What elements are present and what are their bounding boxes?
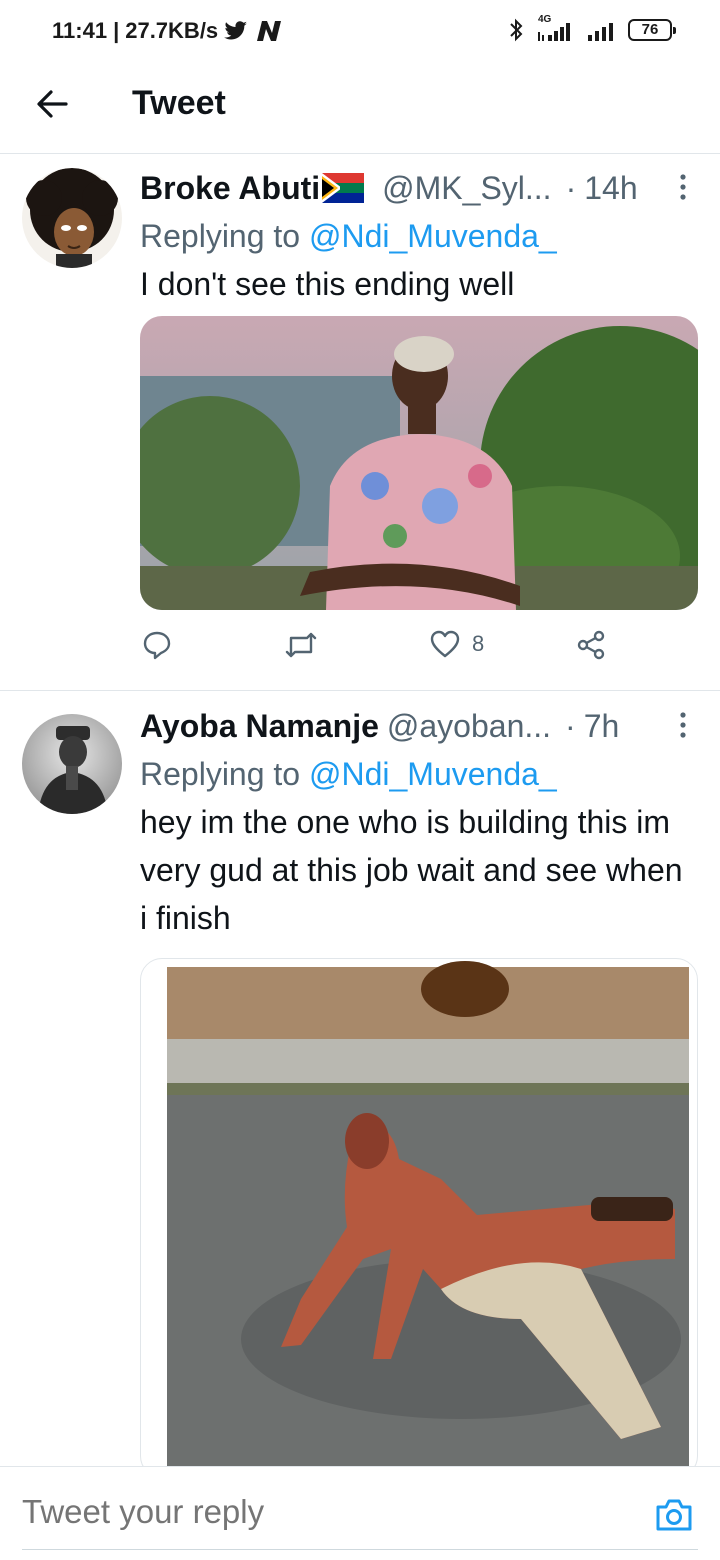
tweet-image[interactable] — [140, 316, 698, 610]
more-options-icon[interactable] — [678, 172, 688, 202]
tweet-actions: 8 — [140, 630, 698, 670]
heart-icon — [430, 630, 460, 658]
tweet-time: 14h — [584, 169, 638, 206]
replying-to-link[interactable]: @Ndi_Muvenda_ — [309, 218, 557, 254]
share-icon — [577, 630, 605, 660]
avatar[interactable] — [22, 168, 122, 268]
like-count: 8 — [472, 631, 485, 656]
like-button[interactable]: 8 — [430, 630, 484, 658]
top-bar: Tweet — [0, 66, 720, 154]
replying-to: Replying to @Ndi_Muvenda_ — [140, 756, 557, 792]
tweet-time: 7h — [583, 707, 620, 744]
author-name[interactable]: Broke Abuti — [140, 170, 320, 207]
camera-icon[interactable] — [654, 1497, 694, 1533]
south-africa-flag-icon — [322, 173, 365, 203]
signal-4g-icon: 4G — [534, 14, 576, 42]
tweet-header: Broke Abuti @MK_Syl... · 14h — [140, 169, 638, 207]
tweet-text: hey im the one who is building this im v… — [140, 804, 683, 936]
bluetooth-icon — [510, 18, 523, 42]
more-options-icon[interactable] — [678, 710, 688, 740]
reply-underline — [22, 1549, 698, 1550]
status-bar: 11:41 | 27.7KB/s 4G 76 — [0, 0, 720, 66]
signal-icon — [588, 23, 613, 41]
replying-to: Replying to @Ndi_Muvenda_ — [140, 218, 557, 254]
tweet-text: I don't see this ending well — [140, 266, 515, 302]
reply-composer — [0, 1466, 720, 1560]
battery-indicator: 76 — [628, 19, 676, 41]
twitter-bird-icon — [224, 21, 248, 40]
author-name[interactable]: Ayoba Namanje — [140, 708, 379, 745]
status-right: 4G 76 — [508, 14, 676, 42]
avatar[interactable] — [22, 714, 122, 814]
status-time: 11:41 — [52, 18, 108, 43]
tweet-header: Ayoba Namanje @ayoban... · 7h — [140, 707, 620, 745]
tweet-body: Ayoba Namanje @ayoban... · 7h Replying t… — [140, 706, 698, 1478]
tweet-body: Broke Abuti @MK_Syl... · 14h Replying to… — [140, 168, 698, 670]
retweet-button[interactable] — [284, 630, 318, 660]
retweet-icon — [285, 632, 317, 658]
share-button[interactable] — [576, 630, 606, 660]
author-handle[interactable]: @MK_Syl... — [382, 170, 551, 207]
reply-button[interactable] — [142, 630, 172, 660]
author-handle[interactable]: @ayoban... — [387, 708, 551, 745]
tweet-image[interactable] — [140, 958, 698, 1478]
back-arrow-icon[interactable] — [34, 86, 70, 122]
page-title: Tweet — [132, 84, 226, 122]
status-speed: 27.7KB/s — [125, 18, 219, 43]
reply-input[interactable] — [22, 1493, 582, 1531]
status-left: 11:41 | 27.7KB/s — [52, 18, 284, 44]
tweet-divider — [0, 690, 720, 691]
n-app-icon — [257, 21, 282, 41]
replying-to-link[interactable]: @Ndi_Muvenda_ — [309, 756, 557, 792]
reply-icon — [143, 631, 171, 660]
